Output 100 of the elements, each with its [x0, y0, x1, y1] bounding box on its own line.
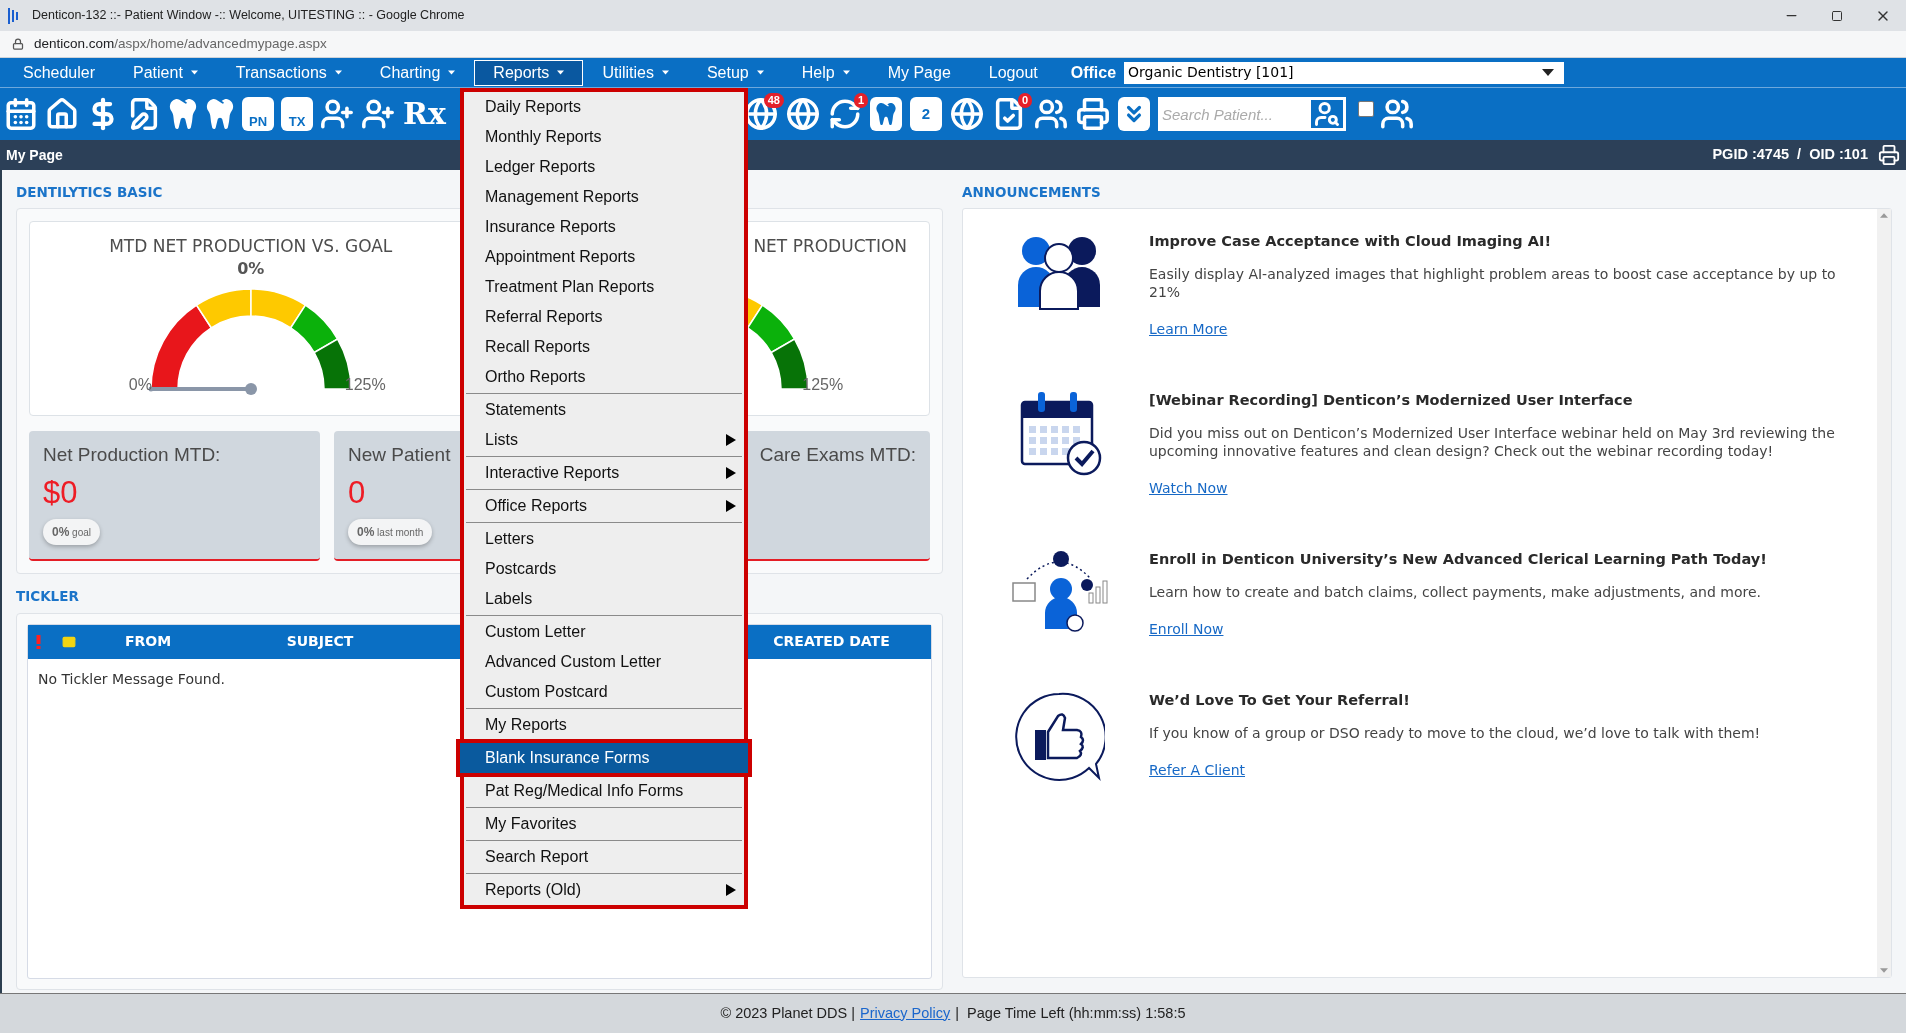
copyright-text: © 2023 Planet DDS |	[720, 1003, 856, 1023]
dropdown-item[interactable]: Appointment Reports	[464, 242, 744, 272]
page-ids: PGID :4745 / OID :101	[1712, 145, 1868, 165]
mail-icon	[61, 634, 77, 649]
people-search-icon[interactable]	[1380, 97, 1414, 131]
dropdown-item[interactable]: Referral Reports	[464, 302, 744, 332]
count-badge: 1	[853, 93, 868, 108]
checkbox[interactable]	[1358, 101, 1374, 117]
metric-label: Net Production MTD:	[43, 443, 221, 468]
dropdown-item[interactable]: Lists	[464, 425, 744, 455]
dropdown-item[interactable]: Ledger Reports	[464, 152, 744, 182]
announcement-title: Improve Case Acceptance with Cloud Imaging AI!	[1149, 232, 1553, 252]
dropdown-item[interactable]: Search Report	[464, 842, 744, 872]
window-title: Denticon-132 ::- Patient Window -:: Welcome, UITESTING :: - Google Chrome	[32, 7, 465, 25]
calendar-icon[interactable]	[4, 97, 38, 131]
people-icon[interactable]	[1034, 97, 1068, 131]
announcement-link[interactable]: Watch Now	[1149, 478, 1228, 500]
menu-item[interactable]: Logout	[969, 59, 1057, 86]
dropdown-item[interactable]: Treatment Plan Reports	[464, 272, 744, 302]
menu-item[interactable]: Charting	[360, 59, 475, 86]
search-box[interactable]: Search Patient...	[1158, 97, 1346, 131]
globe-icon[interactable]	[786, 97, 820, 131]
search-icon[interactable]	[1309, 98, 1345, 130]
tooth-icon[interactable]	[168, 99, 198, 129]
comparison-pill: 0% goal	[43, 519, 101, 546]
announcement-title: We’d Love To Get Your Referral!	[1149, 691, 1411, 711]
gauge-title: NET PRODUCTION	[753, 235, 907, 258]
menu-item[interactable]: Patient	[114, 59, 217, 86]
comparison-pill: 0% last month	[348, 519, 433, 546]
announcement-link[interactable]: Enroll Now	[1149, 619, 1224, 641]
dropdown-item[interactable]: Reports (Old)	[464, 875, 744, 905]
url-text: denticon.com/aspx/home/advancedmypage.aspx	[34, 34, 327, 53]
toolbar-button[interactable]: PN	[242, 97, 274, 131]
gauge-max-label: 125%	[344, 375, 386, 396]
metric-label: Care Exams MTD:	[759, 443, 916, 468]
announcement-text: Learn how to create and batch claims, collect payments, make adjustments, and more.	[1149, 583, 1763, 602]
dropdown-item[interactable]: My Reports	[464, 710, 744, 740]
empty-message: No Tickler Message Found.	[38, 669, 227, 689]
section-heading: DENTILYTICS BASIC	[16, 183, 163, 202]
time-left-text: | Page Time Left (hh:mm:ss) 1:58:5	[955, 1003, 1186, 1023]
tooth-icon[interactable]	[870, 97, 902, 131]
patient-search-field[interactable]: Search Patient...	[1158, 97, 1309, 131]
printer-icon[interactable]	[1878, 144, 1900, 166]
dropdown-item[interactable]: My Favorites	[464, 809, 744, 839]
menu-item[interactable]: My Page	[868, 59, 970, 86]
column-header: FROM	[124, 632, 172, 651]
caret-down-icon	[1880, 968, 1888, 974]
dropdown-item[interactable]: Monthly Reports	[464, 122, 744, 152]
announcement-text: If you know of a group or DSO ready to move to the cloud, we’d love to talk with them!	[1149, 724, 1762, 743]
gauge-value: 0%	[237, 258, 265, 280]
dropdown-item[interactable]: Statements	[464, 395, 744, 425]
chevrons-down-icon[interactable]	[1118, 97, 1150, 131]
dropdown-item[interactable]: Letters	[464, 524, 744, 554]
printer-icon[interactable]	[1076, 97, 1110, 131]
user-add-icon[interactable]	[361, 97, 395, 131]
dropdown-item[interactable]: Custom Postcard	[464, 677, 744, 707]
metric-value: $0	[43, 474, 78, 513]
dropdown-item[interactable]: Daily Reports	[464, 92, 744, 122]
home-icon[interactable]	[45, 97, 79, 131]
menu-item[interactable]: Help	[782, 59, 869, 86]
menu-item[interactable]: Scheduler	[4, 59, 115, 86]
dropdown-item[interactable]: Custom Letter	[464, 617, 744, 647]
office-label: Office	[1070, 62, 1117, 83]
privacy-link[interactable]: Privacy Policy	[860, 1002, 951, 1025]
dropdown-item[interactable]: Insurance Reports	[464, 212, 744, 242]
user-add-icon[interactable]	[320, 97, 354, 131]
count-badge: 48	[763, 93, 784, 108]
announcement-title: [Webinar Recording] Denticon’s Modernized User Interface	[1149, 391, 1634, 411]
announcement-title: Enroll in Denticon University’s New Advanced Clerical Learning Path Today!	[1149, 550, 1768, 570]
section-heading: ANNOUNCEMENTS	[962, 183, 1101, 202]
office-select[interactable]: Organic Dentistry [101]	[1124, 61, 1565, 84]
dropdown-item[interactable]: Interactive Reports	[464, 458, 744, 488]
globe-icon[interactable]	[950, 97, 984, 131]
menu-item[interactable]: Utilities	[583, 59, 688, 86]
dropdown-item[interactable]: Management Reports	[464, 182, 744, 212]
toolbar-button[interactable]: TX	[281, 97, 313, 131]
page-title: My Page	[6, 145, 63, 165]
dropdown-item[interactable]: Office Reports	[464, 491, 744, 521]
dropdown-item[interactable]: Pat Reg/Medical Info Forms	[464, 776, 744, 806]
menu-item[interactable]: Setup	[687, 59, 783, 86]
dropdown-item[interactable]: Ortho Reports	[464, 362, 744, 392]
app-logo-icon	[8, 7, 20, 24]
dropdown-item[interactable]: Recall Reports	[464, 332, 744, 362]
dropdown-item[interactable]: Advanced Custom Letter	[464, 647, 744, 677]
tooth-icon[interactable]	[205, 99, 235, 129]
dropdown-item[interactable]: Postcards	[464, 554, 744, 584]
announcement-link[interactable]: Refer A Client	[1149, 760, 1246, 782]
announcement-text: Did you miss out on Denticon’s Modernized User Interface webinar held on May 3rd reviewing the upcoming innovative features and clean design? Check out the webinar recording today!	[1149, 424, 1836, 461]
caret-down-icon	[1542, 69, 1555, 76]
announcement-link[interactable]: Learn More	[1149, 319, 1228, 341]
toolbar-button[interactable]: Rx	[402, 97, 447, 131]
column-header: CREATED DATE	[773, 632, 890, 651]
refresh-icon[interactable]	[828, 97, 862, 131]
section-heading: TICKLER	[16, 587, 79, 607]
scrollbar[interactable]	[1877, 209, 1891, 978]
menu-item[interactable]: Reports	[474, 59, 584, 86]
dropdown-item[interactable]: Labels	[464, 584, 744, 614]
toolbar-button[interactable]: 2	[910, 97, 942, 131]
metric-value: 0	[348, 474, 366, 513]
menu-item[interactable]: Transactions	[216, 59, 361, 86]
